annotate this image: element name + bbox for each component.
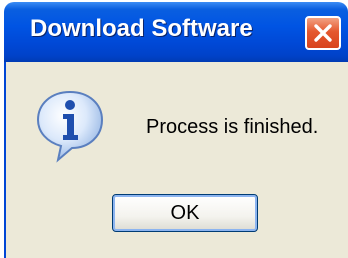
dialog-window: Download Software Process is finished. O… [0, 0, 348, 258]
title-bar[interactable]: Download Software [4, 2, 348, 62]
dialog-body: Process is finished. OK [4, 62, 348, 258]
info-icon [36, 90, 104, 163]
close-icon [314, 24, 332, 42]
close-button[interactable] [305, 16, 341, 50]
message-text: Process is finished. [146, 116, 319, 138]
ok-button[interactable]: OK [112, 194, 258, 232]
dialog-title: Download Software [30, 15, 253, 42]
